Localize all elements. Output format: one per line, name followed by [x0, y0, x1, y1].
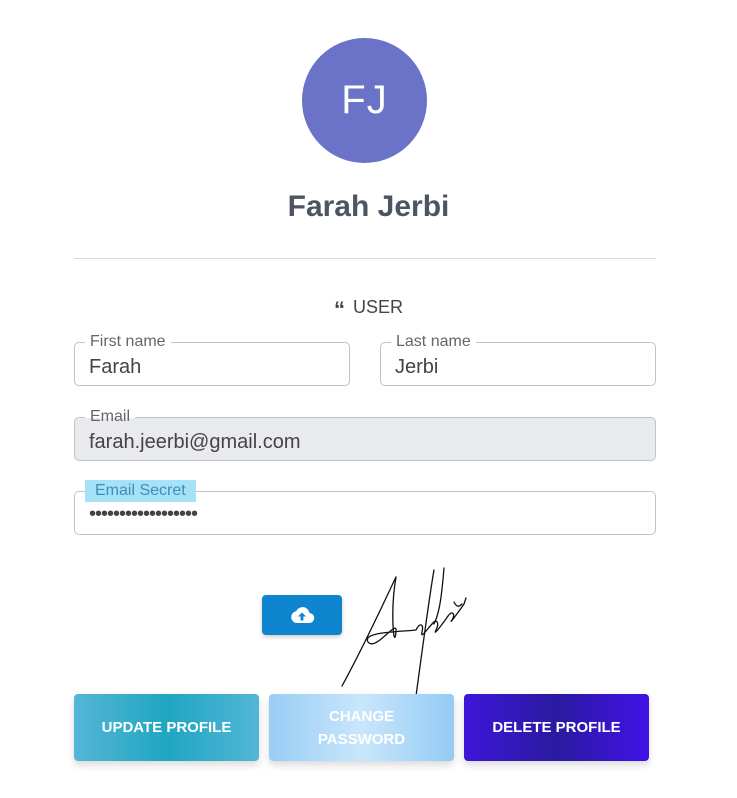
last-name-field: Last name [380, 333, 656, 386]
divider [74, 258, 656, 259]
role-badge: “ USER [0, 295, 737, 322]
change-password-line1: CHANGE [328, 707, 394, 725]
role-label: USER [352, 296, 403, 317]
email-input [89, 430, 645, 454]
profile-name: Farah Jerbi [287, 190, 450, 223]
avatar-initials: FJ [341, 78, 388, 122]
email-secret-label: Email Secret [85, 480, 196, 502]
email-secret-field: Email Secret [74, 480, 656, 535]
change-password-label: CHANGE PASSWORD [318, 705, 405, 751]
cloud-upload-icon [291, 607, 315, 624]
quote-icon: “ [333, 297, 345, 322]
update-profile-button[interactable]: UPDATE PROFILE [74, 694, 259, 761]
avatar: FJ [302, 38, 427, 163]
update-profile-label: UPDATE PROFILE [101, 719, 232, 736]
delete-profile-label: DELETE PROFILE [492, 719, 621, 736]
change-password-line2: PASSWORD [317, 730, 406, 748]
last-name-input[interactable] [395, 355, 645, 379]
upload-signature-button[interactable] [262, 595, 342, 635]
first-name-label: First name [85, 333, 171, 351]
delete-profile-button[interactable]: DELETE PROFILE [464, 694, 649, 761]
first-name-input[interactable] [89, 355, 339, 379]
signature-image [341, 567, 467, 697]
change-password-button[interactable]: CHANGE PASSWORD [269, 694, 454, 761]
email-secret-input[interactable] [89, 502, 645, 526]
email-field: Email [74, 408, 656, 461]
first-name-field: First name [74, 333, 350, 386]
last-name-label: Last name [391, 333, 476, 351]
email-label: Email [85, 408, 136, 426]
